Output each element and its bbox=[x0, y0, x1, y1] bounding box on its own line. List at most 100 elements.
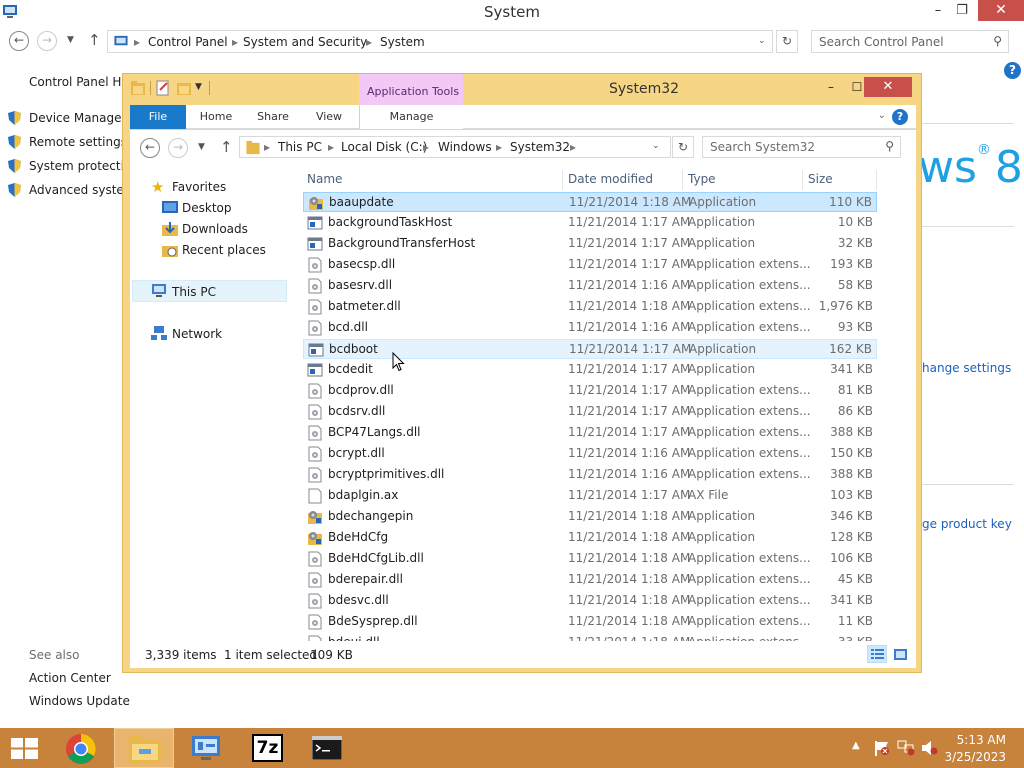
table-row[interactable]: batmeter.dll 11/21/2014 1:18 AM Applicatio… bbox=[303, 297, 877, 317]
table-row[interactable]: backgroundTaskHost 11/21/2014 1:17 AM Appl… bbox=[303, 213, 877, 233]
table-row[interactable]: bcdboot 11/21/2014 1:17 AM Application 162 … bbox=[303, 339, 877, 359]
tab-share[interactable]: Share bbox=[246, 105, 300, 129]
new-folder-icon[interactable] bbox=[177, 80, 191, 96]
explorer-address-dropdown-icon[interactable]: ⌄ bbox=[652, 141, 660, 151]
table-row[interactable]: bdechangepin 11/21/2014 1:18 AM Applicatio… bbox=[303, 507, 877, 527]
table-row[interactable]: bdeui.dll11/21/2014 1:18 AMApplication e… bbox=[303, 633, 877, 641]
table-row[interactable]: baaupdate 11/21/2014 1:18 AM Application 11… bbox=[303, 192, 877, 212]
nav-this-pc[interactable]: This PC bbox=[172, 285, 216, 299]
up-arrow-icon[interactable]: ↑ bbox=[88, 31, 101, 49]
file-name: BCP47Langs.dll bbox=[328, 425, 421, 439]
back-button[interactable]: ← bbox=[9, 31, 29, 51]
search-system32-input[interactable]: Search System32 ⚲ bbox=[702, 136, 901, 158]
breadcrumb-local-disk[interactable]: Local Disk (C:) bbox=[341, 140, 427, 154]
table-row[interactable]: bderepair.dll 11/21/2014 1:18 AM Applicati… bbox=[303, 570, 877, 590]
file-date: 11/21/2014 1:17 AM bbox=[568, 404, 691, 418]
breadcrumb-system[interactable]: System bbox=[380, 35, 425, 49]
table-row[interactable]: bcryptprimitives.dll 11/21/2014 1:16 AM Ap… bbox=[303, 465, 877, 485]
refresh-icon[interactable]: ↻ bbox=[776, 30, 798, 53]
breadcrumb-system-security[interactable]: System and Security bbox=[243, 35, 367, 49]
nav-network[interactable]: Network bbox=[172, 327, 222, 341]
address-bar[interactable]: ▸ Control Panel ▸ System and Security ▸ … bbox=[107, 30, 773, 53]
table-row[interactable]: basecsp.dll 11/21/2014 1:17 AM Application… bbox=[303, 255, 877, 275]
table-row[interactable]: BackgroundTransferHost 11/21/2014 1:17 AM… bbox=[303, 234, 877, 254]
nav-recent-places[interactable]: Recent places bbox=[182, 243, 266, 257]
taskbar-chrome[interactable] bbox=[52, 728, 112, 768]
recent-pages-icon[interactable]: ▼ bbox=[67, 35, 74, 45]
tab-file[interactable]: File bbox=[130, 105, 186, 129]
action-center-link[interactable]: Action Center bbox=[29, 671, 111, 685]
table-row[interactable]: bcdprov.dll 11/21/2014 1:17 AM Application… bbox=[303, 381, 877, 401]
column-header-type[interactable]: Type bbox=[688, 172, 716, 186]
properties-icon[interactable] bbox=[156, 80, 170, 96]
help-icon[interactable]: ? bbox=[1004, 62, 1021, 79]
address-dropdown-icon[interactable]: ⌄ bbox=[758, 36, 766, 46]
folder-icon[interactable] bbox=[131, 80, 145, 96]
taskbar-command-prompt[interactable] bbox=[299, 728, 359, 768]
change-settings-link[interactable]: hange settings bbox=[922, 361, 1011, 375]
ribbon-tabs: File Home Share View Manage ⌄ ? bbox=[130, 105, 916, 129]
column-header-size[interactable]: Size bbox=[808, 172, 833, 186]
explorer-help-icon[interactable]: ? bbox=[892, 109, 908, 125]
table-row[interactable]: bcd.dll 11/21/2014 1:16 AM Application ext… bbox=[303, 318, 877, 338]
breadcrumb-windows[interactable]: Windows bbox=[438, 140, 492, 154]
details-view-button[interactable] bbox=[867, 645, 887, 663]
table-row[interactable]: bcdsrv.dll 11/21/2014 1:17 AM Application … bbox=[303, 402, 877, 422]
explorer-minimize-button[interactable]: – bbox=[819, 78, 843, 96]
tab-home[interactable]: Home bbox=[188, 105, 244, 129]
show-hidden-icons[interactable]: ▲ bbox=[852, 740, 860, 751]
explorer-forward-button[interactable]: → bbox=[168, 138, 188, 158]
explorer-up-arrow-icon[interactable]: ↑ bbox=[220, 138, 233, 156]
table-row[interactable]: bcdedit 11/21/2014 1:17 AM Application 341 … bbox=[303, 360, 877, 380]
file-type: Application extens... bbox=[688, 299, 811, 313]
file-size: 103 KB bbox=[830, 488, 873, 502]
volume-muted-icon[interactable] bbox=[921, 740, 939, 756]
nav-desktop[interactable]: Desktop bbox=[182, 201, 232, 215]
table-row[interactable]: bdesvc.dll 11/21/2014 1:18 AM Application … bbox=[303, 591, 877, 611]
table-row[interactable]: BdeHdCfg 11/21/2014 1:18 AM Application 128… bbox=[303, 528, 877, 548]
large-icons-view-button[interactable] bbox=[890, 645, 910, 663]
forward-button[interactable]: → bbox=[37, 31, 57, 51]
device-manager-link[interactable]: Device Manager bbox=[29, 111, 126, 125]
customize-toolbar-icon[interactable]: ▼ bbox=[195, 82, 202, 92]
explorer-refresh-icon[interactable]: ↻ bbox=[672, 136, 694, 158]
search-control-panel-input[interactable]: Search Control Panel ⚲ bbox=[811, 30, 1009, 53]
explorer-close-button[interactable]: ✕ bbox=[864, 77, 912, 97]
tab-view[interactable]: View bbox=[302, 105, 356, 129]
control-panel-home-link[interactable]: Control Panel Ho bbox=[29, 75, 129, 89]
table-row[interactable]: BdeSysprep.dll 11/21/2014 1:18 AM Applicat… bbox=[303, 612, 877, 632]
clock-time[interactable]: 5:13 AM bbox=[957, 733, 1006, 747]
table-row[interactable]: bdaplgin.ax 11/21/2014 1:17 AM AX File 103 … bbox=[303, 486, 877, 506]
explorer-back-button[interactable]: ← bbox=[140, 138, 160, 158]
close-button[interactable]: ✕ bbox=[978, 0, 1024, 21]
taskbar-7zip[interactable]: 7z bbox=[238, 728, 298, 768]
change-product-key-link[interactable]: ge product key bbox=[922, 517, 1012, 531]
file-date: 11/21/2014 1:18 AM bbox=[568, 299, 691, 313]
breadcrumb-control-panel[interactable]: Control Panel bbox=[148, 35, 228, 49]
table-row[interactable]: BCP47Langs.dll 11/21/2014 1:17 AM Applicat… bbox=[303, 423, 877, 443]
expand-ribbon-icon[interactable]: ⌄ bbox=[878, 110, 886, 121]
tab-manage[interactable]: Manage bbox=[359, 105, 463, 129]
column-header-date[interactable]: Date modified bbox=[568, 172, 653, 186]
taskbar-control-panel[interactable] bbox=[176, 728, 236, 768]
nav-downloads[interactable]: Downloads bbox=[182, 222, 248, 236]
windows-update-link[interactable]: Windows Update bbox=[29, 694, 130, 708]
clock-date[interactable]: 3/25/2023 bbox=[944, 750, 1006, 764]
table-row[interactable]: bcrypt.dll 11/21/2014 1:16 AM Application … bbox=[303, 444, 877, 464]
nav-favorites[interactable]: Favorites bbox=[172, 180, 226, 194]
explorer-recent-icon[interactable]: ▼ bbox=[198, 142, 205, 152]
breadcrumb-system32[interactable]: System32 bbox=[510, 140, 570, 154]
network-status-icon[interactable] bbox=[897, 740, 915, 756]
file-date: 11/21/2014 1:16 AM bbox=[568, 446, 691, 460]
advanced-system-link[interactable]: Advanced system bbox=[29, 183, 135, 197]
table-row[interactable]: basesrv.dll 11/21/2014 1:16 AM Application… bbox=[303, 276, 877, 296]
explorer-address-bar[interactable]: ▸ This PC ▸ Local Disk (C:) ▸ Windows ▸ … bbox=[239, 136, 671, 158]
maximize-button[interactable]: ❐ bbox=[948, 0, 976, 22]
remote-settings-link[interactable]: Remote settings bbox=[29, 135, 127, 149]
taskbar-file-explorer[interactable] bbox=[114, 728, 174, 768]
breadcrumb-this-pc[interactable]: This PC bbox=[278, 140, 322, 154]
action-center-flag-icon[interactable] bbox=[874, 740, 890, 756]
column-header-name[interactable]: Name bbox=[307, 172, 342, 186]
table-row[interactable]: BdeHdCfgLib.dll 11/21/2014 1:18 AM Applica… bbox=[303, 549, 877, 569]
start-button-icon[interactable] bbox=[11, 738, 38, 759]
